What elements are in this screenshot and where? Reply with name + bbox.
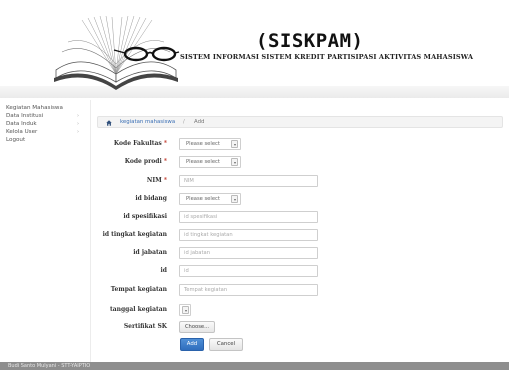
form-row-id-tingkat-kegiatan: id tingkat kegiatan id tingkat kegiatan <box>91 229 509 241</box>
sidebar-item-logout[interactable]: Logout <box>0 136 90 144</box>
sidebar: Kegiatan Mahasiswa Data Institusi › Data… <box>0 100 90 362</box>
form-row-sertifikat-sk: Sertifikat SK Choose... <box>91 321 509 333</box>
sidebar-item-data-induk[interactable]: Data Induk › <box>0 120 90 128</box>
form-actions: Add Cancel <box>91 338 509 351</box>
main-content: kegiatan mahasiswa / Add Kode Fakultas *… <box>90 100 509 362</box>
tempat-kegiatan-input[interactable]: Tempat kegiatan <box>179 284 318 296</box>
sertifikat-sk-label: Sertifikat SK <box>123 323 167 330</box>
nim-label: NIM * <box>146 177 167 184</box>
id-label: id <box>160 267 167 274</box>
tanggal-kegiatan-select[interactable] <box>179 304 191 316</box>
id-jabatan-label: id jabatan <box>133 249 167 256</box>
kode-fakultas-label: Kode Fakultas * <box>113 140 167 147</box>
sidebar-item-label: Data Institusi <box>6 113 44 119</box>
tanggal-kegiatan-label: tanggal kegiatan <box>109 306 167 313</box>
form-row-nim: NIM * NIM <box>91 175 509 187</box>
sidebar-item-label: Kegiatan Mahasiswa <box>6 105 63 111</box>
chevron-right-icon: › <box>77 129 79 135</box>
chevron-down-icon <box>231 195 238 203</box>
id-jabatan-input[interactable]: id jabatan <box>179 247 318 259</box>
app-subtitle: SISTEM INFORMASI SISTEM KREDIT PARTISIPA… <box>180 53 474 61</box>
id-spesifikasi-label: id spesifikasi <box>123 213 167 220</box>
form-row-id: id id <box>91 265 509 277</box>
breadcrumb: kegiatan mahasiswa / Add <box>97 116 503 128</box>
footer-text: Budi Santo Mulyani - STT-YAIPTIO <box>8 363 91 369</box>
form-row-kode-prodi: Kode prodi * Please select <box>91 156 509 168</box>
required-marker: * <box>163 158 167 165</box>
breadcrumb-separator: / <box>183 119 185 125</box>
sidebar-item-kegiatan-mahasiswa[interactable]: Kegiatan Mahasiswa <box>0 104 90 112</box>
sidebar-item-label: Kelola User <box>6 129 38 135</box>
kode-prodi-select[interactable]: Please select <box>179 156 241 168</box>
form-row-id-jabatan: id jabatan id jabatan <box>91 247 509 259</box>
book-glasses-logo <box>54 15 180 90</box>
chevron-right-icon: › <box>77 113 79 119</box>
chevron-down-icon <box>231 158 238 166</box>
chevron-down-icon <box>231 140 238 148</box>
sidebar-item-data-institusi[interactable]: Data Institusi › <box>0 112 90 120</box>
id-tingkat-kegiatan-input[interactable]: id tingkat kegiatan <box>179 229 318 241</box>
app-header: (SISKPAM) SISTEM INFORMASI SISTEM KREDIT… <box>0 0 509 98</box>
home-icon[interactable] <box>106 120 112 126</box>
kode-prodi-label: Kode prodi * <box>124 158 167 165</box>
breadcrumb-link[interactable]: kegiatan mahasiswa <box>120 119 175 126</box>
id-spesifikasi-input[interactable]: id spesifikasi <box>179 211 318 223</box>
id-bidang-select[interactable]: Please select <box>179 193 241 205</box>
required-marker: * <box>163 177 167 184</box>
chevron-right-icon: › <box>77 121 79 127</box>
footer: Budi Santo Mulyani - STT-YAIPTIO <box>0 362 509 370</box>
form-row-tempat-kegiatan: Tempat kegiatan Tempat kegiatan <box>91 284 509 296</box>
form-row-kode-fakultas: Kode Fakultas * Please select <box>91 138 509 150</box>
id-input[interactable]: id <box>179 265 318 277</box>
sidebar-item-label: Data Induk <box>6 121 37 127</box>
app-title: (SISKPAM) <box>256 30 364 52</box>
form-row-id-bidang: id bidang Please select <box>91 193 509 205</box>
kode-fakultas-select[interactable]: Please select <box>179 138 241 150</box>
id-tingkat-kegiatan-label: id tingkat kegiatan <box>102 231 167 238</box>
nim-input[interactable]: NIM <box>179 175 318 187</box>
sidebar-item-kelola-user[interactable]: Kelola User › <box>0 128 90 136</box>
id-bidang-label: id bidang <box>135 195 167 202</box>
breadcrumb-current: Add <box>194 119 205 125</box>
form-row-tanggal-kegiatan: tanggal kegiatan <box>91 304 509 316</box>
tempat-kegiatan-label: Tempat kegiatan <box>110 286 167 293</box>
required-marker: * <box>163 140 167 147</box>
cancel-button[interactable]: Cancel <box>209 338 243 351</box>
form-row-id-spesifikasi: id spesifikasi id spesifikasi <box>91 211 509 223</box>
choose-file-button[interactable]: Choose... <box>179 321 215 333</box>
add-button[interactable]: Add <box>180 338 204 351</box>
chevron-down-icon <box>182 306 189 314</box>
sidebar-item-label: Logout <box>6 137 26 143</box>
